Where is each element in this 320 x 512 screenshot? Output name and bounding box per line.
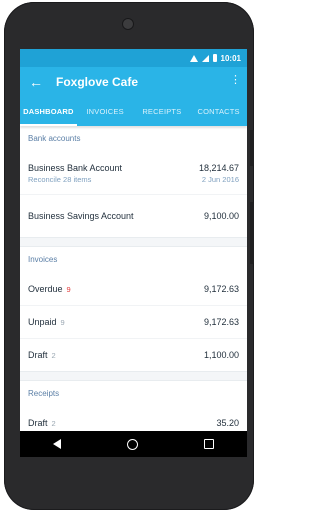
wifi-icon [189, 54, 198, 62]
volume-button [250, 202, 254, 264]
app-title: Foxglove Cafe [56, 75, 139, 89]
account-name: Business Bank Account [28, 162, 123, 173]
phone-frame: 10:01 ← Foxglove Cafe ⋮ DASHBOARD INVOIC… [4, 2, 254, 510]
invoice-draft-row[interactable]: Draft 2 1,100.00 [20, 339, 247, 371]
receipt-draft-count: 2 [51, 419, 56, 428]
dashboard-content: Bank accounts Business Bank Account Reco… [20, 126, 247, 439]
tab-invoices[interactable]: INVOICES [77, 97, 134, 126]
arrow-left-icon[interactable]: ← [24, 74, 48, 90]
battery-icon [212, 54, 217, 62]
more-vert-icon[interactable]: ⋮ [230, 75, 241, 86]
bank-account-row[interactable]: Business Bank Account Reconcile 28 items… [20, 152, 247, 195]
reconcile-link[interactable]: Reconcile 28 items [28, 175, 122, 184]
invoice-status: Draft [28, 350, 48, 360]
section-divider [20, 237, 247, 247]
invoice-amount: 1,100.00 [203, 350, 239, 360]
invoice-amount: 9,172.63 [203, 284, 239, 294]
status-bar: 10:01 [20, 49, 247, 67]
receipts-header: Receipts [20, 381, 247, 407]
front-camera [122, 18, 134, 30]
invoice-status: Unpaid [28, 317, 57, 327]
section-divider [20, 371, 247, 381]
nav-home-icon[interactable] [127, 438, 138, 450]
receipt-amount: 35.20 [216, 418, 239, 428]
invoice-status: Overdue [28, 284, 63, 294]
power-button [250, 130, 254, 166]
signal-icon [201, 54, 209, 62]
unpaid-count: 9 [60, 318, 65, 327]
app-bar: ← Foxglove Cafe ⋮ [20, 67, 247, 97]
tab-bar: DASHBOARD INVOICES RECEIPTS CONTACTS [20, 97, 247, 126]
tab-contacts[interactable]: CONTACTS [190, 97, 247, 126]
screen: 10:01 ← Foxglove Cafe ⋮ DASHBOARD INVOIC… [20, 49, 247, 457]
bank-accounts-header: Bank accounts [20, 126, 247, 152]
tab-dashboard[interactable]: DASHBOARD [20, 97, 77, 126]
overdue-count: 9 [66, 285, 71, 294]
status-time: 10:01 [220, 53, 241, 63]
invoice-overdue-row[interactable]: Overdue 9 9,172.63 [20, 273, 247, 306]
invoice-amount: 9,172.63 [203, 317, 239, 327]
tab-receipts[interactable]: RECEIPTS [134, 97, 191, 126]
nav-recents-icon[interactable] [204, 439, 214, 449]
android-nav-bar [20, 431, 247, 457]
account-balance: 9,100.00 [203, 211, 239, 221]
invoices-header: Invoices [20, 247, 247, 273]
account-date: 2 Jun 2016 [201, 174, 239, 184]
account-name: Business Savings Account [28, 211, 134, 221]
invoice-unpaid-row[interactable]: Unpaid 9 9,172.63 [20, 306, 247, 339]
account-balance: 18,214.67 [198, 162, 239, 173]
draft-count: 2 [51, 351, 56, 360]
receipt-status: Draft [28, 418, 48, 428]
nav-back-icon[interactable] [53, 439, 61, 449]
bank-account-row[interactable]: Business Savings Account 9,100.00 [20, 195, 247, 237]
